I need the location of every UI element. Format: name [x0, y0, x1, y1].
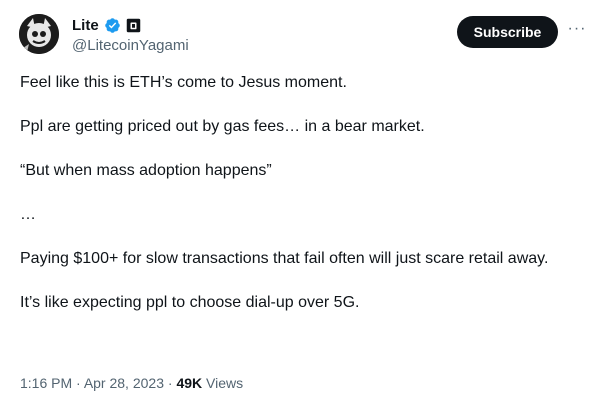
tweet-paragraph: It’s like expecting ppl to choose dial-u…	[20, 294, 360, 311]
meta-separator: ·	[163, 375, 177, 391]
tweet-paragraph: Ppl are getting priced out by gas fees… …	[20, 118, 425, 135]
verified-badge-icon[interactable]	[104, 17, 121, 34]
author-handle[interactable]: @LitecoinYagami	[72, 37, 189, 54]
tweet-paragraph: Feel like this is ETH’s come to Jesus mo…	[20, 74, 347, 91]
author-name-row: Lite	[72, 15, 141, 35]
subscribe-button[interactable]: Subscribe	[457, 16, 558, 48]
tweet-paragraph: Paying $100+ for slow transactions that …	[20, 250, 549, 267]
meta-separator: ·	[72, 375, 84, 391]
tweet-text: Feel like this is ETH’s come to Jesus mo…	[20, 72, 580, 314]
avatar-image	[19, 14, 59, 54]
tweet-date[interactable]: Apr 28, 2023	[84, 375, 164, 391]
tweet-paragraph: “But when mass adoption happens”	[20, 162, 272, 179]
tweet-paragraph: …	[20, 206, 36, 223]
author-display-name[interactable]: Lite	[72, 17, 99, 34]
affiliate-badge-icon[interactable]	[126, 18, 141, 33]
tweet-meta: 1:16 PM · Apr 28, 2023 · 49K Views	[20, 375, 243, 391]
tweet-time[interactable]: 1:16 PM	[20, 375, 72, 391]
views-count[interactable]: 49K	[176, 375, 202, 391]
avatar[interactable]	[19, 14, 59, 54]
more-options-icon[interactable]: ···	[566, 18, 588, 40]
views-label: Views	[202, 375, 244, 391]
